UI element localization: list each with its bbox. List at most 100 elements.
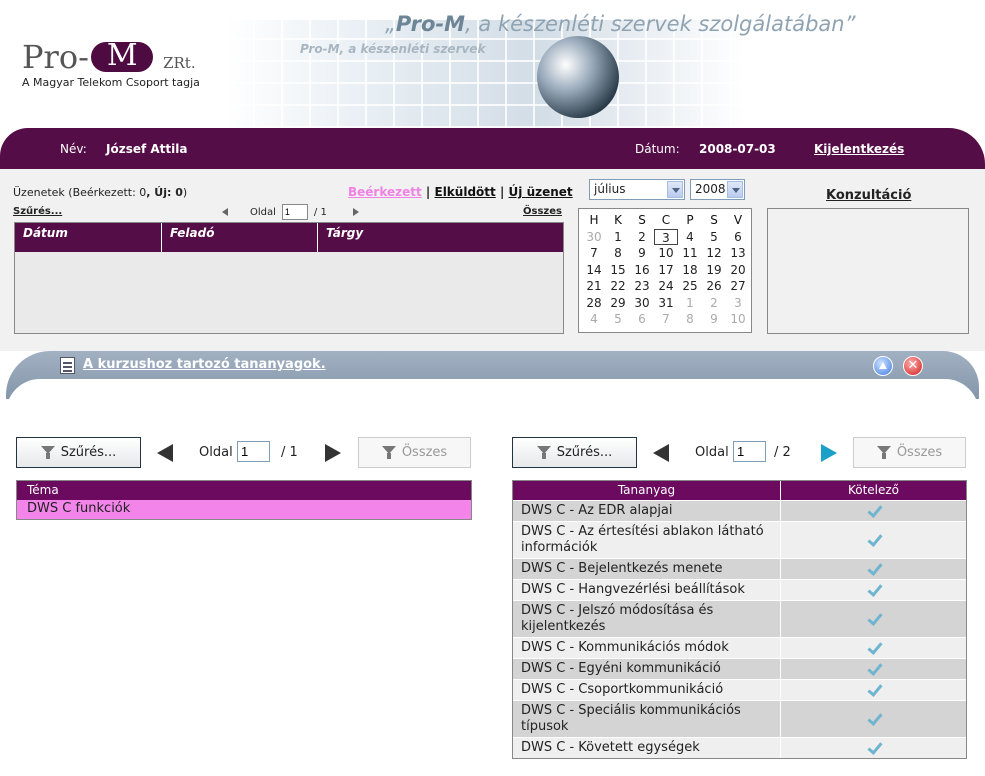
close-icon[interactable]: ✕	[903, 356, 923, 376]
checkmark-icon	[866, 504, 882, 518]
collapse-up-icon[interactable]	[873, 356, 893, 376]
tab-inbox[interactable]: Beérkezett	[348, 185, 422, 199]
material-next-page-icon[interactable]	[821, 444, 837, 462]
calendar-day[interactable]: 26	[702, 278, 726, 295]
messages-page-input[interactable]	[281, 204, 308, 220]
table-row[interactable]: DWS C - Az EDR alapjai	[513, 500, 966, 521]
table-row[interactable]: DWS C - Jelszó módosítása és kijelentkez…	[513, 600, 966, 637]
calendar-day[interactable]: 4	[582, 311, 606, 328]
banner-image	[225, 20, 745, 128]
weekday-header: H	[589, 213, 599, 227]
company-logo[interactable]: Pro- M ZRt. A Magyar Telekom Csoport tagj…	[22, 38, 222, 98]
table-row[interactable]: DWS C - Hangvezérlési beállítások	[513, 579, 966, 600]
calendar-day[interactable]: 17	[654, 262, 678, 279]
chevron-down-icon[interactable]	[727, 181, 743, 198]
table-row[interactable]: DWS C funkciók	[17, 500, 471, 519]
calendar-day[interactable]: 29	[606, 295, 630, 312]
col-topic[interactable]: Téma	[17, 481, 471, 500]
calendar-day[interactable]: 23	[630, 278, 654, 295]
logout-link[interactable]: Kijelentkezés	[814, 142, 904, 156]
dashboard-area: Üzenetek (Beérkezett: 0, Új: 0) Beérkeze…	[0, 169, 985, 351]
tab-sent[interactable]: Elküldött	[435, 185, 496, 199]
calendar-day[interactable]: 8	[606, 245, 630, 262]
calendar-day[interactable]: 3	[726, 295, 750, 312]
col-subject[interactable]: Tárgy	[318, 223, 563, 252]
calendar-day-today[interactable]: 3	[654, 228, 678, 245]
calendar-day[interactable]: 12	[702, 245, 726, 262]
chevron-down-icon[interactable]	[667, 181, 683, 198]
material-title: DWS C - Jelszó módosítása és kijelentkez…	[521, 603, 714, 634]
topic-prev-page-icon[interactable]	[157, 444, 173, 462]
year-select[interactable]: 2008	[690, 179, 745, 200]
material-page-input[interactable]	[733, 441, 766, 462]
calendar-day[interactable]: 19	[702, 262, 726, 279]
calendar-day[interactable]: 9	[630, 245, 654, 262]
calendar-day[interactable]: 28	[582, 295, 606, 312]
calendar-day[interactable]: 31	[654, 295, 678, 312]
material-title: DWS C - Speciális kommunikációs típusok	[521, 703, 741, 734]
calendar-day[interactable]: 10	[726, 311, 750, 328]
topic-next-page-icon[interactable]	[325, 444, 341, 462]
topic-filter-button[interactable]: Szűrés...	[16, 437, 141, 468]
month-select[interactable]: július	[589, 179, 685, 200]
calendar-day[interactable]: 24	[654, 278, 678, 295]
table-row[interactable]: DWS C - Kommunikációs módok	[513, 637, 966, 658]
panel-title[interactable]: A kurzushoz tartozó tananyagok.	[83, 357, 326, 372]
material-title: DWS C - Kommunikációs módok	[521, 640, 729, 655]
messages-table: Dátum Feladó Tárgy	[14, 222, 564, 334]
prev-page-icon[interactable]	[222, 208, 228, 216]
calendar-day[interactable]: 7	[654, 311, 678, 328]
material-all-button[interactable]: Összes	[853, 437, 966, 468]
table-row[interactable]: DWS C - Csoportkommunikáció	[513, 679, 966, 700]
table-row[interactable]: DWS C - Bejelentkezés menete	[513, 558, 966, 579]
topic-all-button[interactable]: Összes	[358, 437, 471, 468]
col-sender[interactable]: Feladó	[162, 223, 318, 252]
messages-filter-link[interactable]: Szűrés...	[13, 206, 62, 217]
calendar-day[interactable]: 11	[678, 245, 702, 262]
calendar-day[interactable]: 18	[678, 262, 702, 279]
calendar-day[interactable]: 6	[630, 311, 654, 328]
calendar-day[interactable]: 8	[678, 311, 702, 328]
table-row[interactable]: DWS C - Egyéni kommunikáció	[513, 658, 966, 679]
col-required[interactable]: Kötelező	[780, 481, 966, 500]
table-row[interactable]: DWS C - Követett egységek	[513, 737, 966, 758]
col-date[interactable]: Dátum	[15, 223, 162, 252]
checkmark-icon	[866, 612, 882, 626]
slogan: „Pro-M, a készenléti szervek szolgálatáb…	[385, 12, 856, 36]
next-page-icon[interactable]	[352, 208, 359, 216]
calendar-day[interactable]: 30	[630, 295, 654, 312]
col-material[interactable]: Tananyag	[513, 481, 780, 500]
calendar-day[interactable]: 21	[582, 278, 606, 295]
calendar-day[interactable]: 13	[726, 245, 750, 262]
calendar-day[interactable]: 30	[582, 229, 606, 246]
calendar-day[interactable]: 1	[606, 229, 630, 246]
calendar-day[interactable]: 7	[582, 245, 606, 262]
messages-all-link[interactable]: Összes	[523, 206, 562, 217]
material-title: DWS C - Bejelentkezés menete	[521, 561, 723, 576]
calendar-day[interactable]: 10	[654, 245, 678, 262]
calendar-day[interactable]: 20	[726, 262, 750, 279]
calendar-day[interactable]: 4	[678, 229, 702, 246]
material-prev-page-icon[interactable]	[653, 444, 669, 462]
calendar-day[interactable]: 16	[630, 262, 654, 279]
calendar-day[interactable]: 5	[606, 311, 630, 328]
calendar-day[interactable]: 6	[726, 229, 750, 246]
calendar-day[interactable]: 14	[582, 262, 606, 279]
logo-mark: M	[90, 38, 153, 73]
calendar-day[interactable]: 27	[726, 278, 750, 295]
tab-new-message[interactable]: Új üzenet	[509, 185, 573, 199]
topic-page-input[interactable]	[237, 441, 270, 462]
calendar-day[interactable]: 25	[678, 278, 702, 295]
consultation-link[interactable]: Konzultáció	[826, 188, 911, 203]
calendar-day[interactable]: 9	[702, 311, 726, 328]
table-row[interactable]: DWS C - Speciális kommunikációs típusok	[513, 700, 966, 737]
calendar-day[interactable]: 2	[630, 229, 654, 246]
material-filter-button[interactable]: Szűrés...	[512, 437, 637, 468]
document-icon	[60, 357, 75, 374]
table-row[interactable]: DWS C - Az értesítési ablakon látható in…	[513, 521, 966, 558]
calendar-day[interactable]: 5	[702, 229, 726, 246]
calendar-day[interactable]: 15	[606, 262, 630, 279]
calendar-day[interactable]: 1	[678, 295, 702, 312]
calendar-day[interactable]: 22	[606, 278, 630, 295]
calendar-day[interactable]: 2	[702, 295, 726, 312]
